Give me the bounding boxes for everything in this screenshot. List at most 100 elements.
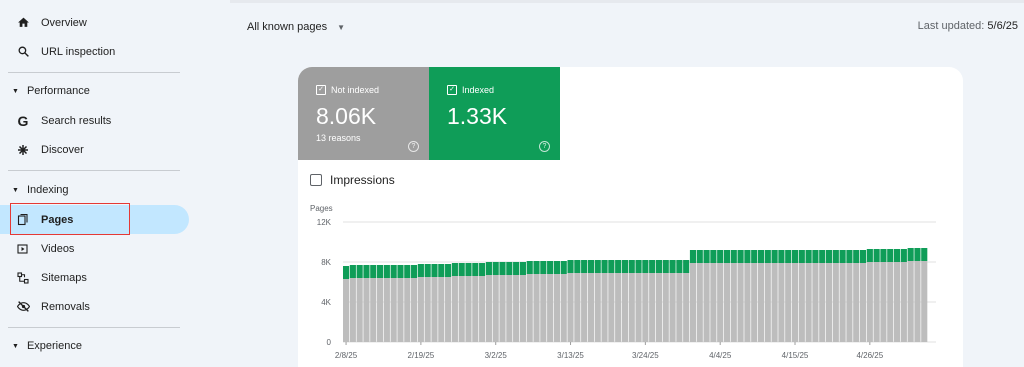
bar-indexed	[581, 260, 588, 273]
bar-indexed	[887, 249, 894, 262]
bar-not-indexed	[465, 276, 472, 342]
bar-indexed	[397, 265, 404, 278]
impressions-toggle[interactable]: Impressions	[310, 173, 395, 187]
bar-not-indexed	[417, 277, 424, 342]
nav-videos[interactable]: Videos	[0, 234, 74, 263]
bar-indexed	[744, 250, 751, 263]
bar-indexed	[424, 264, 431, 277]
y-axis-label: Pages	[310, 204, 333, 213]
bar-not-indexed	[601, 273, 608, 342]
nav-removals[interactable]: Removals	[0, 292, 90, 321]
section-performance-label: Performance	[26, 85, 90, 97]
bar-not-indexed	[730, 263, 737, 342]
bar-not-indexed	[479, 276, 486, 342]
y-tick-label: 8K	[321, 258, 331, 267]
page-filter-dropdown[interactable]: All known pages ▼	[247, 18, 345, 36]
sidebar-divider	[8, 327, 180, 328]
bar-indexed	[907, 248, 914, 261]
bar-not-indexed	[445, 277, 452, 342]
bar-indexed	[649, 260, 656, 273]
nav-discover[interactable]: Discover	[0, 135, 84, 164]
bar-indexed	[798, 250, 805, 263]
bar-indexed	[587, 260, 595, 273]
help-icon[interactable]: ?	[539, 141, 550, 152]
bar-not-indexed	[825, 263, 833, 342]
indexed-tile[interactable]: ✓ Indexed 1.33K ?	[429, 67, 560, 160]
bar-not-indexed	[513, 275, 520, 342]
bar-indexed	[921, 248, 928, 261]
bar-indexed	[859, 250, 867, 263]
bar-not-indexed	[880, 262, 887, 342]
bar-indexed	[560, 261, 567, 274]
bar-indexed	[771, 250, 778, 263]
bar-indexed	[628, 260, 635, 273]
bar-not-indexed	[370, 278, 377, 342]
bar-indexed	[785, 250, 792, 263]
not-indexed-tile[interactable]: ✓ Not indexed 8.06K 13 reasons ?	[298, 67, 429, 160]
bar-not-indexed	[873, 262, 880, 342]
bar-not-indexed	[519, 275, 526, 342]
page-filter-label: All known pages	[247, 21, 328, 33]
bar-indexed	[662, 260, 669, 273]
bar-not-indexed	[649, 273, 656, 342]
bar-not-indexed	[839, 263, 846, 342]
nav-sitemaps-label: Sitemaps	[41, 271, 87, 284]
bar-indexed	[846, 250, 853, 263]
bar-not-indexed	[499, 275, 506, 342]
bar-not-indexed	[635, 273, 642, 342]
bar-indexed	[764, 250, 771, 263]
checkbox-checked-icon[interactable]: ✓	[316, 85, 326, 95]
bar-not-indexed	[390, 278, 397, 342]
bar-indexed	[642, 260, 649, 273]
section-indexing[interactable]: ▼ Indexing	[0, 179, 69, 201]
nav-overview-label: Overview	[41, 16, 87, 29]
bar-indexed	[390, 265, 397, 278]
nav-search-results[interactable]: G Search results	[0, 106, 112, 135]
sitemap-icon	[16, 271, 30, 285]
bar-indexed	[601, 260, 608, 273]
nav-url-inspection[interactable]: URL inspection	[0, 37, 115, 66]
bar-indexed	[683, 260, 690, 273]
checkbox-unchecked-icon[interactable]	[310, 174, 322, 186]
bar-indexed	[506, 262, 513, 275]
bar-indexed	[417, 264, 424, 277]
bar-not-indexed	[696, 263, 703, 342]
bar-indexed	[451, 263, 458, 276]
bar-indexed	[356, 265, 363, 278]
bar-indexed	[492, 262, 499, 275]
not-indexed-label: Not indexed	[331, 85, 380, 95]
bar-not-indexed	[377, 278, 384, 342]
bar-not-indexed	[866, 262, 873, 342]
bar-indexed	[710, 250, 717, 263]
caret-down-icon: ▼	[12, 87, 19, 95]
bar-not-indexed	[628, 273, 635, 342]
bar-indexed	[465, 263, 472, 276]
bar-not-indexed	[547, 274, 554, 342]
bar-indexed	[805, 250, 812, 263]
home-icon	[16, 16, 30, 30]
bar-indexed	[778, 250, 785, 263]
nav-overview[interactable]: Overview	[0, 8, 87, 37]
bar-indexed	[866, 249, 873, 262]
y-tick-label: 12K	[317, 218, 332, 227]
nav-sitemaps[interactable]: Sitemaps	[0, 263, 87, 292]
checkbox-checked-icon[interactable]: ✓	[447, 85, 457, 95]
bar-not-indexed	[846, 263, 853, 342]
bar-not-indexed	[383, 278, 390, 342]
bar-indexed	[472, 263, 479, 276]
bar-not-indexed	[907, 261, 914, 342]
help-icon[interactable]: ?	[408, 141, 419, 152]
bar-indexed	[485, 262, 492, 275]
nav-removals-label: Removals	[41, 300, 90, 313]
top-divider	[230, 0, 1024, 3]
bar-indexed	[608, 260, 615, 273]
section-performance[interactable]: ▼ Performance	[0, 80, 90, 102]
bar-indexed	[445, 264, 452, 277]
last-updated-value: 5/6/25	[987, 20, 1018, 32]
bar-indexed	[873, 249, 880, 262]
bar-indexed	[893, 249, 901, 262]
section-experience[interactable]: ▼ Experience	[0, 335, 82, 357]
bar-not-indexed	[859, 263, 867, 342]
bar-indexed	[900, 249, 907, 262]
bar-not-indexed	[567, 273, 574, 342]
